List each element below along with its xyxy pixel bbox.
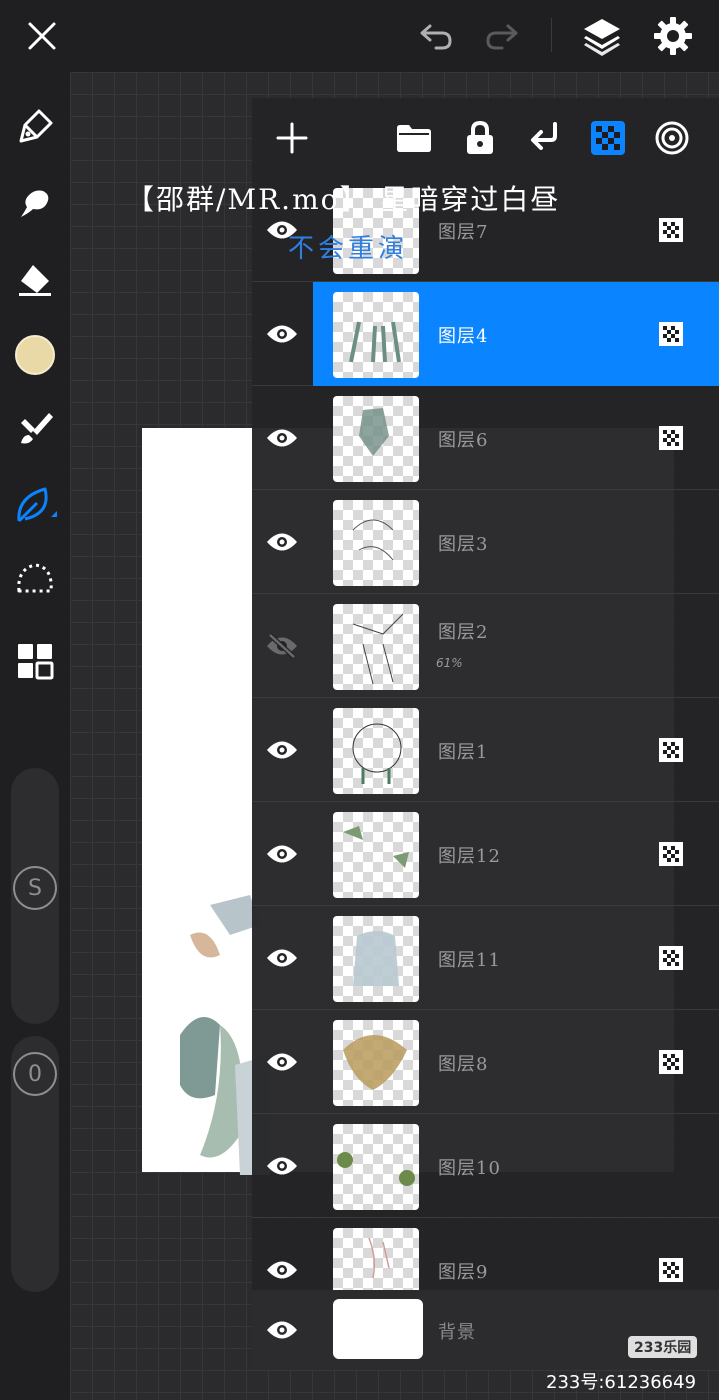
background-layer-name: 背景: [438, 1322, 476, 1343]
add-icon[interactable]: [270, 116, 314, 160]
lasso-icon[interactable]: [10, 556, 60, 606]
visibility-eye-icon[interactable]: [262, 1042, 302, 1082]
layer-thumbnail: [333, 500, 419, 586]
layer-row[interactable]: 图层10: [252, 1114, 719, 1218]
merge-down-icon[interactable]: [522, 116, 566, 160]
alpha-lock-icon[interactable]: [659, 426, 683, 450]
layer-thumbnail: [333, 708, 419, 794]
overlay-subtitle: 不会重演: [288, 234, 409, 264]
close-icon[interactable]: [22, 16, 62, 56]
layer-name: 图层4: [438, 326, 489, 347]
layer-name: 图层10: [438, 1158, 501, 1179]
layer-name: 图层7: [438, 222, 489, 243]
layer-name: 图层6: [438, 430, 489, 451]
alpha-lock-icon[interactable]: [659, 218, 683, 242]
visibility-hidden-icon[interactable]: [262, 626, 302, 666]
layers-panel: 图层7 图层4 图层6 图层3 图层2 61% 图层1 图层12 图层11 图层8 图层10 图层9 …: [252, 98, 719, 1370]
alpha-lock-icon[interactable]: [659, 1258, 683, 1282]
alpha-lock-icon[interactable]: [659, 946, 683, 970]
alpha-lock-icon[interactable]: [659, 842, 683, 866]
layer-name: 图层9: [438, 1262, 489, 1283]
layer-thumbnail: [333, 1124, 419, 1210]
visibility-eye-icon[interactable]: [262, 938, 302, 978]
gear-icon[interactable]: [650, 14, 696, 58]
layer-row[interactable]: 图层4: [252, 282, 719, 386]
layer-row[interactable]: 图层11: [252, 906, 719, 1010]
layer-row[interactable]: 图层8: [252, 1010, 719, 1114]
background-layer-row[interactable]: 背景: [252, 1290, 719, 1370]
visibility-eye-icon[interactable]: [262, 1146, 302, 1186]
visibility-eye-icon[interactable]: [262, 730, 302, 770]
undo-icon[interactable]: [414, 16, 458, 56]
smudge-icon[interactable]: [10, 178, 60, 228]
size-knob[interactable]: S: [13, 866, 57, 910]
lock-icon[interactable]: [458, 116, 502, 160]
layer-row[interactable]: 图层2 61%: [252, 594, 719, 698]
layers-toolbar: [252, 98, 719, 178]
layer-name: 图层11: [438, 950, 501, 971]
reference-icon[interactable]: [650, 116, 694, 160]
visibility-eye-icon[interactable]: [262, 1310, 302, 1350]
layer-thumbnail: [333, 916, 419, 1002]
layer-name: 图层8: [438, 1054, 489, 1075]
top-bar: [0, 0, 719, 72]
layer-thumbnail: [333, 292, 419, 378]
layer-name: 图层12: [438, 846, 501, 867]
layer-row[interactable]: 图层6: [252, 386, 719, 490]
visibility-eye-icon[interactable]: [262, 1250, 302, 1290]
layer-name: 图层1: [438, 742, 489, 763]
watermark-logo: 233乐园: [628, 1336, 698, 1358]
folder-icon[interactable]: [392, 116, 436, 160]
layer-row[interactable]: 图层1: [252, 698, 719, 802]
alpha-lock-icon[interactable]: [659, 738, 683, 762]
alpha-lock-icon[interactable]: [659, 322, 683, 346]
redo-icon[interactable]: [480, 16, 524, 56]
layer-thumbnail: [333, 1020, 419, 1106]
visibility-eye-icon[interactable]: [262, 314, 302, 354]
layer-name: 图层2: [438, 622, 489, 643]
layer-opacity-label: 61%: [436, 656, 463, 670]
toolbar-divider: [551, 18, 552, 52]
visibility-eye-icon[interactable]: [262, 834, 302, 874]
grid-icon[interactable]: [10, 636, 60, 686]
color-swatch[interactable]: [10, 330, 60, 380]
visibility-eye-icon[interactable]: [262, 418, 302, 458]
left-toolbar: S 0: [0, 72, 70, 1400]
overlay-title: 【邵群/MR.mo】 星暗穿过白昼: [126, 183, 561, 216]
pencil-icon[interactable]: [10, 102, 60, 152]
eraser-icon[interactable]: [10, 254, 60, 304]
visibility-eye-icon[interactable]: [262, 522, 302, 562]
watermark-id: 233号:61236649: [546, 1372, 697, 1393]
layer-name: 图层3: [438, 534, 489, 555]
opacity-knob[interactable]: 0: [13, 1052, 57, 1096]
layer-row[interactable]: 图层3: [252, 490, 719, 594]
layers-icon[interactable]: [578, 14, 626, 58]
layer-thumbnail: [333, 396, 419, 482]
layer-thumbnail: [333, 604, 419, 690]
alpha-lock-icon[interactable]: [659, 1050, 683, 1074]
background-thumbnail: [333, 1299, 423, 1359]
layer-thumbnail: [333, 812, 419, 898]
alpha-lock-icon[interactable]: [586, 116, 630, 160]
brush-icon[interactable]: [10, 404, 60, 454]
layer-row[interactable]: 图层12: [252, 802, 719, 906]
leaf-brush-icon[interactable]: [10, 480, 60, 530]
